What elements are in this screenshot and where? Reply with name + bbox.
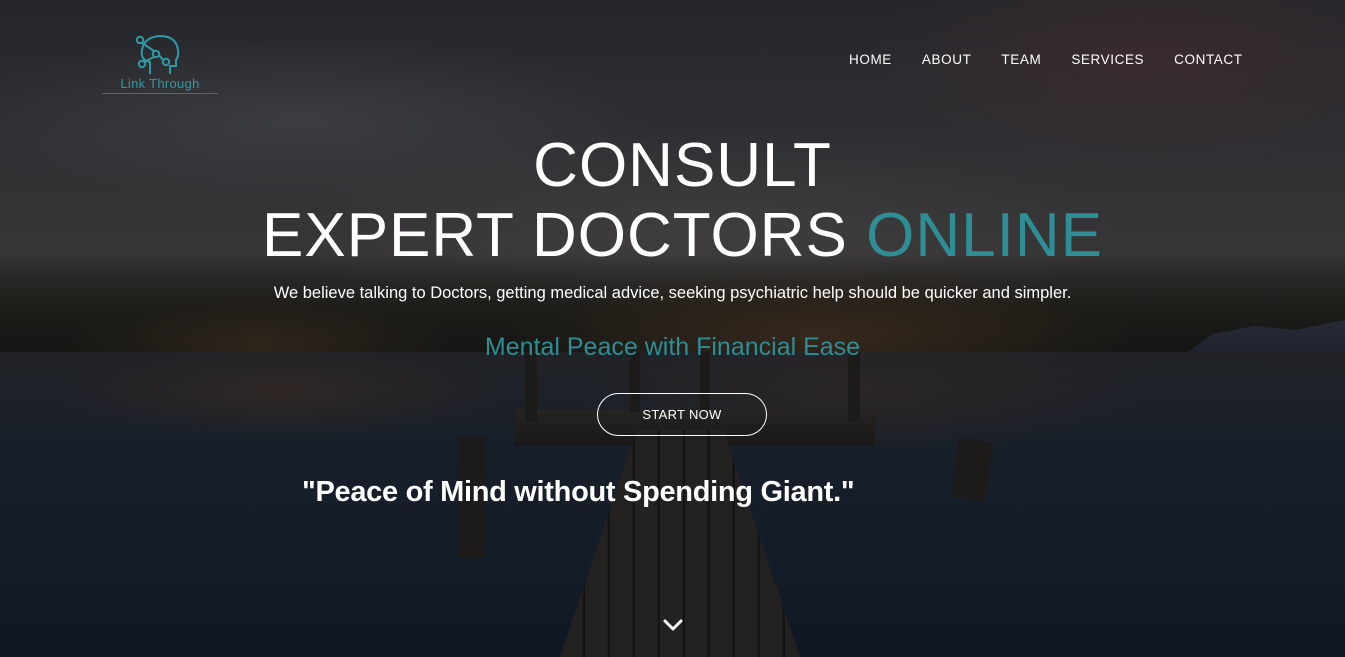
logo-text: Link Through [120, 76, 200, 91]
brain-network-icon [135, 34, 180, 74]
nav-item-home[interactable]: HOME [834, 51, 907, 68]
logo[interactable]: Link Through [100, 34, 220, 98]
nav-item-about[interactable]: ABOUT [907, 51, 987, 68]
logo-underline [102, 93, 218, 94]
hero-quote: "Peace of Mind without Spending Giant." [302, 476, 855, 508]
headline-accent: ONLINE [866, 201, 1103, 270]
nav-item-team[interactable]: TEAM [986, 51, 1056, 68]
hero-subtagline: Mental Peace with Financial Ease [484, 333, 861, 361]
hero-background-image [0, 0, 1345, 657]
start-now-button[interactable]: START NOW [597, 393, 767, 436]
hero-tagline: We believe talking to Doctors, getting m… [273, 284, 1072, 302]
main-nav: HOME ABOUT TEAM SERVICES CONTACT [834, 51, 1258, 68]
headline-main: EXPERT DOCTORS [261, 201, 848, 270]
headline-line-1: CONSULT [533, 131, 832, 200]
nav-item-contact[interactable]: CONTACT [1159, 51, 1257, 68]
nav-item-services[interactable]: SERVICES [1056, 51, 1159, 68]
hero-section: Link Through HOME ABOUT TEAM SERVICES CO… [0, 0, 1345, 657]
headline-line-2: EXPERT DOCTORS ONLINE [10, 200, 1345, 272]
chevron-down-icon[interactable] [662, 617, 684, 633]
